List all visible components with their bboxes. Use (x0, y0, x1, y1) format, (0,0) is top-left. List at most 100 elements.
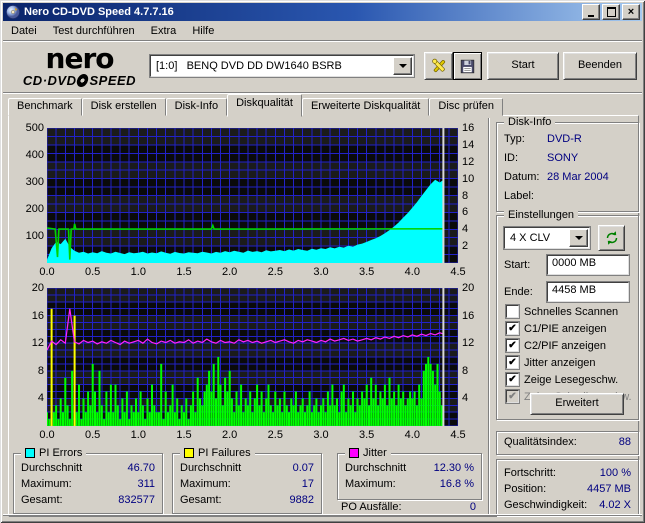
ende-input[interactable]: 4458 MB (547, 282, 629, 302)
checkbox-schnelles-scannen[interactable] (506, 305, 519, 318)
start-button[interactable]: Start (487, 52, 559, 80)
axis-tick: 4.5 (450, 266, 466, 278)
axis-tick: 2.0 (222, 266, 238, 278)
nero-cd-dvd-speed-window: Nero CD-DVD Speed 4.7.7.16 × Datei Test d… (0, 0, 645, 523)
axis-tick: 10 (462, 172, 475, 185)
drive-selector[interactable]: [1:0] BENQ DVD DD DW1640 BSRB (150, 55, 414, 77)
disk-info-title: Disk-Info (508, 116, 552, 128)
checkbox-c2-pif-anzeigen[interactable]: ✔ (506, 339, 519, 352)
axis-tick: 16 (462, 309, 475, 322)
axis-tick: 0.5 (85, 266, 101, 278)
refresh-button[interactable] (598, 225, 625, 251)
checkbox-zeige-schreibgeschw: ✔ (506, 390, 519, 403)
axis-tick: 8 (37, 364, 44, 377)
tab-disc-pr-fen[interactable]: Disc prüfen (429, 98, 504, 116)
minimize-button[interactable] (582, 4, 600, 20)
axis-tick: 16 (462, 122, 475, 134)
pi-failures-jitter-chart-canvas (46, 287, 459, 427)
drive-selector-dropdown-button[interactable] (393, 57, 412, 75)
vertical-divider (488, 118, 490, 514)
speed-select[interactable]: 4 X CLV (504, 227, 590, 249)
menu-item-test-durchf-hren[interactable]: Test durchführen (45, 23, 143, 39)
axis-tick: 3.0 (313, 266, 329, 278)
toolbar-separator (3, 92, 642, 94)
refresh-icon (606, 231, 617, 245)
title-bar[interactable]: Nero CD-DVD Speed 4.7.7.16 × (3, 3, 642, 21)
stat-row-pi-errors-durchschnitt: Durchschnitt 46.70 (21, 462, 155, 474)
checkbox-row-schnelles-scannen: Schnelles Scannen (506, 304, 634, 319)
maximize-button[interactable] (602, 4, 620, 20)
disk-info-group: Disk-Info Typ: DVD-R ID: SONY Datum: 28 Mar 2… (496, 116, 639, 212)
axis-tick: 400 (25, 149, 44, 161)
drive-tools-button[interactable] (424, 52, 453, 80)
field-ende: Ende: 4458 MB (504, 282, 631, 302)
axis-tick: 100 (25, 230, 44, 242)
tab-diskqualit-t[interactable]: Diskqualität (227, 94, 302, 117)
tab-erweiterte-diskqualit-t[interactable]: Erweiterte Diskqualität (301, 98, 430, 116)
caption-buttons: × (580, 4, 642, 20)
quality-index-label: Qualitätsindex: (504, 436, 577, 448)
axis-tick: 4 (462, 223, 469, 236)
disk-info-row-typ: Typ: DVD-R (504, 133, 582, 145)
window-title: Nero CD-DVD Speed 4.7.7.16 (24, 6, 174, 18)
disk-info-row-datum: Datum: 28 Mar 2004 (504, 171, 609, 183)
axis-tick: 500 (25, 122, 44, 134)
axis-tick: 2.5 (267, 266, 283, 278)
pi-errors-chart-canvas (46, 127, 459, 264)
quit-button[interactable]: Beenden (563, 52, 637, 80)
advanced-button[interactable]: Erweitert (530, 393, 624, 415)
pi-errors-legend-label: PI Errors (39, 447, 83, 459)
axis-tick: 1.0 (130, 429, 146, 441)
logo-text-speed: CD·DVD SPEED (22, 73, 137, 88)
status-bar (3, 515, 642, 520)
nero-logo: nero CD·DVD SPEED (12, 45, 147, 87)
maximize-icon (606, 7, 616, 17)
start-input[interactable]: 0000 MB (547, 255, 629, 275)
app-cd-icon (6, 5, 20, 19)
axis-tick: 20 (31, 282, 44, 294)
progress-row-position: Position: 4457 MB (504, 483, 631, 495)
jitter-group: Jitter Durchschnitt 12.30 % Maximum: 16.8 % (337, 447, 482, 500)
tab-benchmark[interactable]: Benchmark (8, 98, 82, 116)
settings-title: Einstellungen (508, 209, 575, 221)
menu-item-extra[interactable]: Extra (143, 23, 185, 39)
menu-item-hilfe[interactable]: Hilfe (184, 23, 222, 39)
tab-disk-info[interactable]: Disk-Info (165, 98, 228, 116)
save-button[interactable] (453, 52, 482, 80)
quality-index-value: 88 (618, 436, 631, 448)
progress-row-fortschritt: Fortschritt: 100 % (504, 467, 631, 479)
checkbox-row-zeige-lesegeschw: ✔ Zeige Lesegeschw. (506, 372, 634, 387)
jitter-legend-label: Jitter (363, 447, 387, 459)
close-button[interactable]: × (622, 4, 640, 20)
axis-tick: 12 (31, 337, 44, 350)
checkbox-row-c2-pif-anzeigen: ✔ C2/PIF anzeigen (506, 338, 634, 353)
axis-tick: 6 (462, 206, 469, 219)
axis-tick: 3.5 (359, 266, 375, 278)
axis-tick: 14 (462, 138, 475, 151)
pi-errors-group: PI Errors Durchschnitt 46.70 Maximum: 311 Ge… (13, 447, 163, 514)
checkbox-jitter-anzeigen[interactable]: ✔ (506, 356, 519, 369)
pi-failures-jitter-chart (46, 287, 459, 427)
quality-index-panel: Qualitätsindex: 88 (496, 431, 639, 455)
axis-tick: 4.0 (404, 429, 420, 441)
settings-group: Einstellungen 4 X CLV Start: 0000 MB Ende:… (496, 209, 639, 420)
axis-tick: 8 (462, 189, 469, 202)
axis-tick: 300 (25, 176, 44, 188)
menu-item-datei[interactable]: Datei (3, 23, 45, 39)
checkbox-c1-pie-anzeigen[interactable]: ✔ (506, 322, 519, 335)
axis-tick: 1.0 (130, 266, 146, 278)
tab-disk-erstellen[interactable]: Disk erstellen (81, 98, 166, 116)
checkbox-zeige-lesegeschw[interactable]: ✔ (506, 373, 519, 386)
axis-tick: 20 (462, 282, 475, 294)
pi-errors-legend-swatch (25, 448, 35, 458)
axis-tick: 3.5 (359, 429, 375, 441)
axis-tick: 0.0 (39, 266, 55, 278)
axis-tick: 0.0 (39, 429, 55, 441)
axis-tick: 12 (462, 155, 475, 168)
tools-icon (431, 58, 445, 73)
disk-info-row-id: ID: SONY (504, 152, 579, 164)
speed-select-dropdown-button[interactable] (569, 229, 588, 247)
axis-tick: 2.0 (222, 429, 238, 441)
axis-tick: 1.5 (176, 266, 192, 278)
progress-panel: Fortschritt: 100 % Position: 4457 MB Geschwi… (496, 459, 639, 516)
